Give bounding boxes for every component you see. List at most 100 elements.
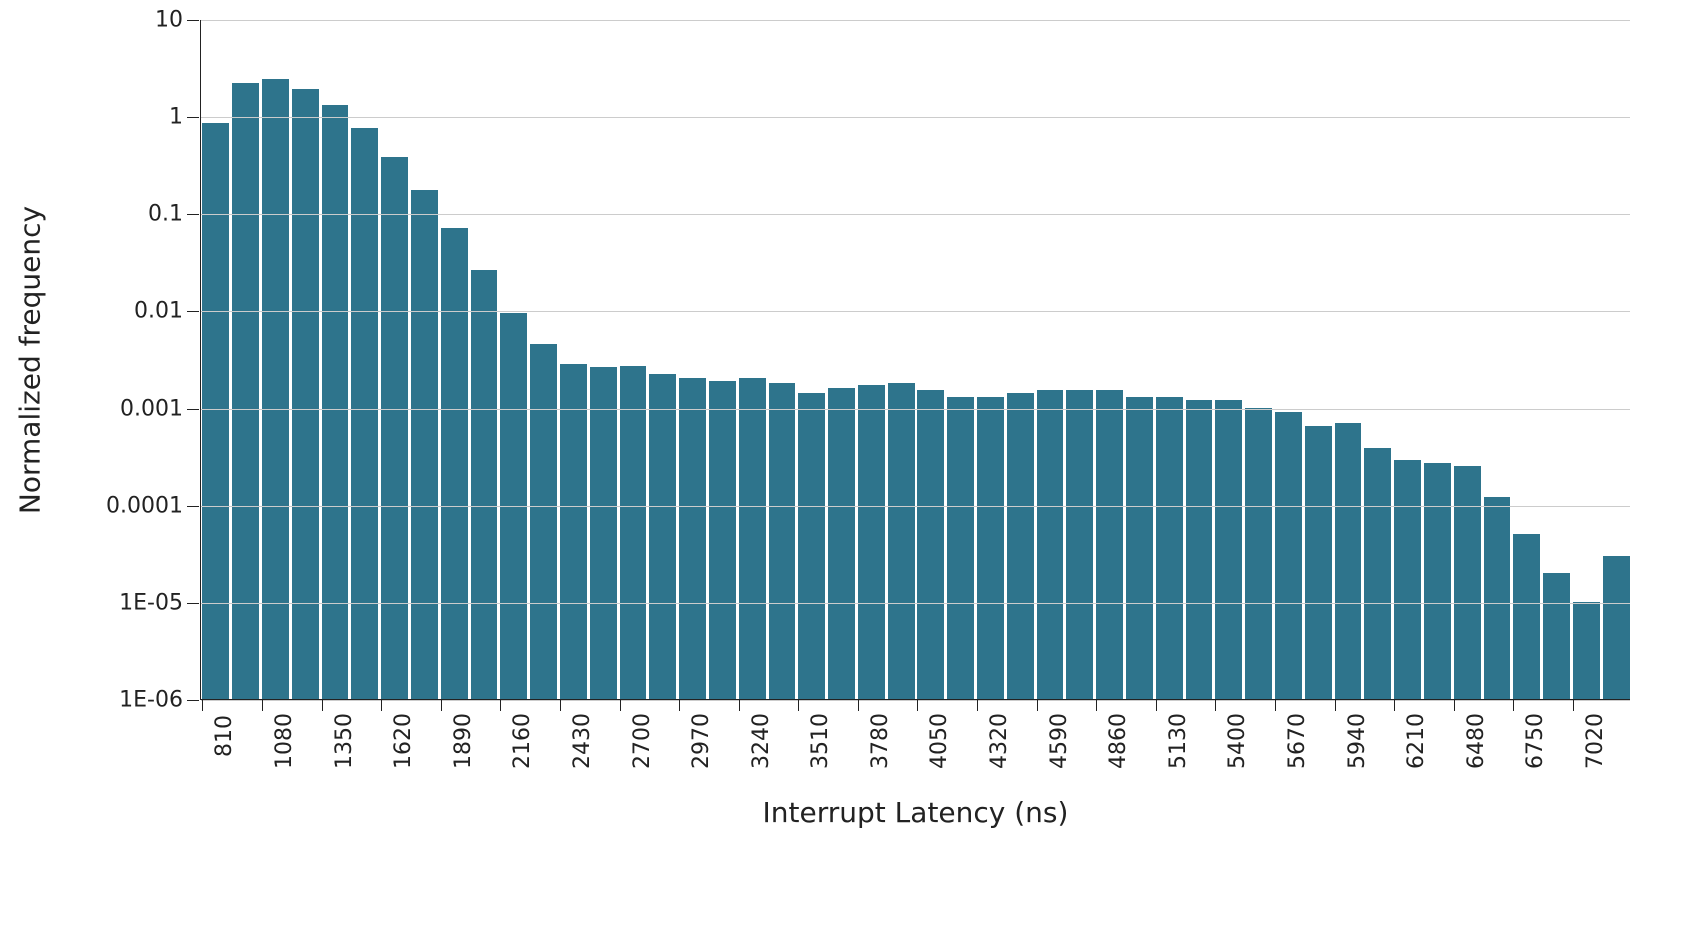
bar [1573,602,1600,699]
bar [1037,390,1064,699]
y-axis-title: Normalized frequency [14,206,47,514]
bar [381,157,408,699]
bar [649,374,676,699]
plot-area: Interrupt Latency (ns) 1E-061E-050.00010… [200,20,1630,700]
y-tick-label: 0.0001 [106,493,201,518]
bar [828,388,855,699]
bar [1335,423,1362,699]
x-tick [1215,699,1216,711]
x-tick [441,699,442,711]
x-tick [679,699,680,711]
x-tick [977,699,978,711]
x-tick-label: 7020 [1583,713,1608,769]
bar [739,378,766,699]
y-grid-line [201,214,1630,215]
x-tick-label: 3780 [868,713,893,769]
x-tick [858,699,859,711]
bar [1215,400,1242,699]
x-tick-label: 2160 [510,713,535,769]
bar [1186,400,1213,699]
bar [620,366,647,699]
x-tick-label: 810 [212,715,237,757]
y-tick-label: 0.01 [134,299,201,324]
bar [530,344,557,699]
y-grid-line [201,311,1630,312]
x-tick [1335,699,1336,711]
bar [1275,412,1302,699]
bar [1066,390,1093,699]
y-tick-label: 10 [155,8,201,33]
y-tick-label: 0.001 [120,396,201,421]
bar [292,89,319,699]
bar [679,378,706,699]
bar [1394,460,1421,699]
x-tick [1454,699,1455,711]
x-tick [1394,699,1395,711]
histogram-chart: Normalized frequency Interrupt Latency (… [0,0,1696,928]
bar [1126,397,1153,699]
bar [262,79,289,699]
x-tick [798,699,799,711]
bar [1305,426,1332,699]
bar [471,270,498,699]
y-tick-label: 0.1 [148,202,201,227]
x-tick-label: 1350 [332,713,357,769]
x-tick-label: 4590 [1047,713,1072,769]
bar [858,385,885,699]
x-tick [262,699,263,711]
bar [1603,556,1630,699]
y-tick-label: 1 [169,105,201,130]
x-tick-label: 4050 [927,713,952,769]
x-tick-label: 3510 [808,713,833,769]
x-tick [739,699,740,711]
bar [322,105,349,699]
x-tick-label: 5940 [1345,713,1370,769]
x-tick [1156,699,1157,711]
x-tick-label: 1620 [391,713,416,769]
x-tick-label: 5670 [1285,713,1310,769]
x-tick [1275,699,1276,711]
x-tick-label: 3240 [749,713,774,769]
bar [590,367,617,699]
x-tick [202,699,203,711]
x-tick-label: 4860 [1106,713,1131,769]
x-tick [1037,699,1038,711]
bar [411,190,438,699]
bar [798,393,825,699]
bar [709,381,736,700]
bar [1454,466,1481,699]
x-tick [322,699,323,711]
bar [1245,408,1272,699]
y-grid-line [201,700,1630,701]
bar [1543,573,1570,699]
bar [1513,534,1540,699]
bar [1424,463,1451,699]
bars-layer [201,20,1630,699]
y-grid-line [201,117,1630,118]
bar [1364,448,1391,699]
x-tick-label: 1890 [451,713,476,769]
x-tick-label: 5130 [1166,713,1191,769]
x-tick [1096,699,1097,711]
x-tick-label: 2700 [630,713,655,769]
bar [1007,393,1034,699]
x-tick [620,699,621,711]
x-tick [500,699,501,711]
x-tick [1513,699,1514,711]
x-tick-label: 4320 [987,713,1012,769]
x-tick-label: 6750 [1523,713,1548,769]
bar [1156,397,1183,699]
x-tick-label: 2970 [689,713,714,769]
x-tick-label: 6480 [1464,713,1489,769]
y-grid-line [201,20,1630,21]
bar [917,390,944,699]
bar [947,397,974,699]
x-tick-label: 1080 [272,713,297,769]
y-tick-label: 1E-06 [119,688,201,713]
x-tick-label: 6210 [1404,713,1429,769]
x-tick [917,699,918,711]
x-tick-label: 2430 [570,713,595,769]
x-tick [1573,699,1574,711]
x-tick [381,699,382,711]
bar [441,228,468,699]
